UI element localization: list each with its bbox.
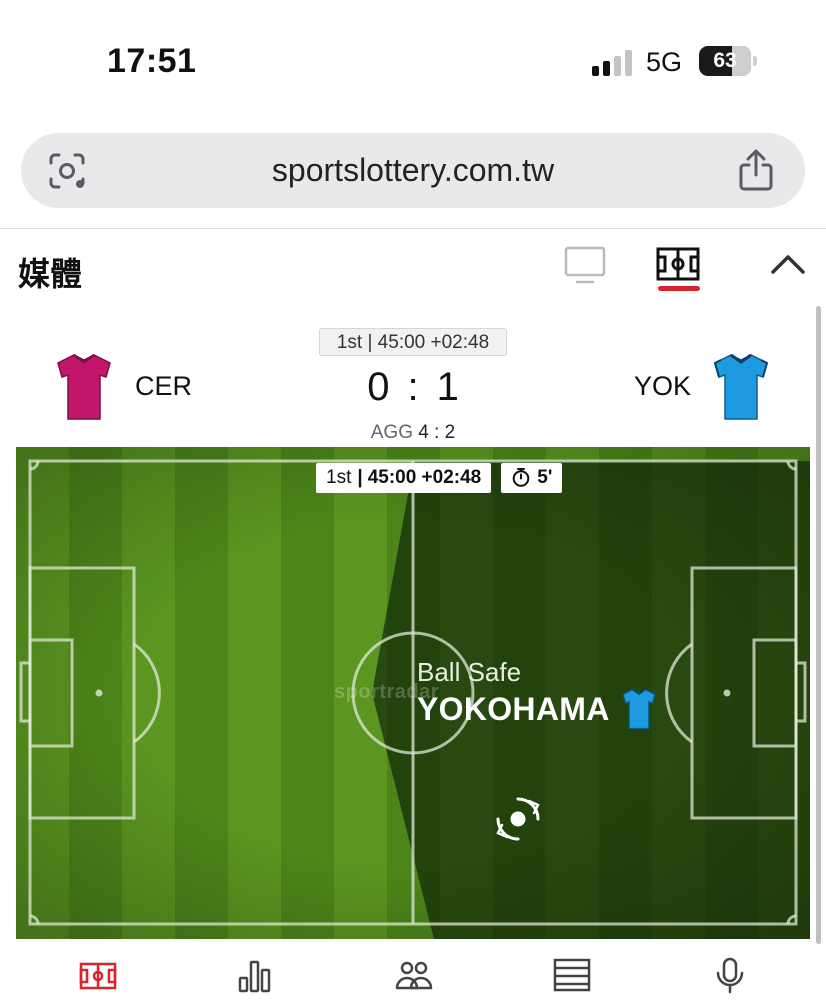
clock-divider: |: [357, 467, 363, 488]
home-team-abbr: CER: [135, 371, 193, 401]
event-team: YOKOHAMA: [417, 691, 610, 727]
share-icon[interactable]: [737, 149, 775, 191]
bottom-nav: [0, 944, 826, 1000]
url-text[interactable]: sportslottery.com.tw: [21, 133, 805, 208]
status-bar: 17:51 5G 63: [0, 0, 826, 120]
aggregate-score: AGG 4 : 2: [313, 422, 513, 444]
period-clock: 1st | 45:00 +02:48: [319, 328, 507, 356]
ball-position-icon: [496, 797, 540, 841]
away-jersey-icon: [622, 688, 656, 730]
status-time: 17:51: [107, 42, 197, 80]
field-period-clock: 1st | 45:00 +02:48: [316, 463, 492, 493]
visual-search-icon[interactable]: [47, 151, 87, 191]
chevron-up-icon[interactable]: [770, 251, 806, 277]
standings-icon[interactable]: [552, 956, 592, 994]
tv-icon[interactable]: [564, 245, 606, 285]
pitch-icon[interactable]: [656, 247, 700, 281]
event-label: Ball Safe: [417, 657, 522, 687]
match-tracker-field[interactable]: 1st | 45:00 +02:48 5' sportradar Ball Safe…: [16, 447, 810, 939]
scrollbar[interactable]: [816, 306, 821, 944]
media-header: 媒體: [0, 229, 826, 307]
pitch-icon[interactable]: [78, 956, 118, 994]
stats-icon[interactable]: [234, 956, 274, 994]
field-clock-bar: 1st | 45:00 +02:48 5': [316, 463, 563, 493]
commentary-mic-icon[interactable]: [710, 956, 750, 994]
score-separator: :: [407, 365, 419, 409]
media-title: 媒體: [18, 256, 83, 292]
away-jersey-icon: [713, 353, 769, 420]
battery-level: 63: [713, 49, 737, 72]
url-bar[interactable]: sportslottery.com.tw: [21, 133, 805, 208]
scoreboard: 1st | 45:00 +02:48 CER 0:1 YOK AGG 4 : 2: [0, 307, 826, 447]
stopwatch-icon: [512, 468, 530, 487]
stoppage-time: 5': [501, 463, 563, 493]
signal-icon: [592, 50, 632, 76]
agg-label: AGG: [370, 422, 413, 443]
battery-icon: 63: [699, 46, 757, 76]
stoppage-value: 5': [537, 467, 553, 488]
active-tab-indicator: [658, 286, 700, 291]
away-score: 1: [436, 365, 459, 409]
field-clock: 45:00 +02:48: [367, 467, 482, 488]
network-type: 5G: [646, 47, 683, 77]
home-jersey-icon: [57, 353, 111, 420]
score: 0:1: [313, 365, 513, 410]
agg-value: 4 : 2: [418, 422, 456, 443]
home-score: 0: [367, 365, 390, 409]
lineups-icon[interactable]: [394, 956, 434, 994]
field-period: 1st: [326, 467, 352, 488]
away-team-abbr: YOK: [634, 371, 692, 401]
